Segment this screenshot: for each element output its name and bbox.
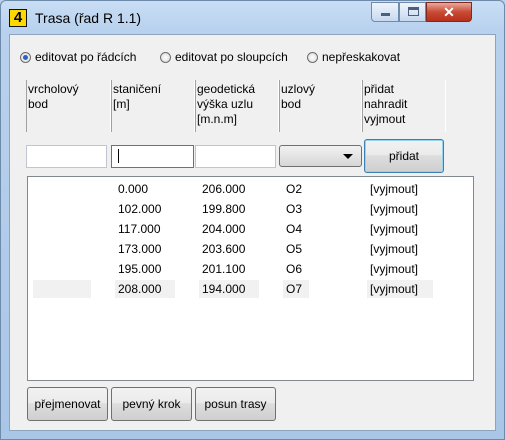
cell-uzel: O2 [286,182,303,196]
table-row[interactable]: 173.000 203.600 O5 [vyjmout] [28,240,473,258]
maximize-button[interactable] [399,2,426,22]
route-table: 0.000 206.000 O2 [vyjmout] 102.000 199.8… [27,176,474,381]
remove-link[interactable]: [vyjmout] [367,280,433,298]
remove-link[interactable]: [vyjmout] [367,240,433,258]
text-caret [118,149,119,163]
radio-unselected-icon [307,51,318,63]
fixed-step-button[interactable]: pevný krok [111,387,192,421]
vyska-input[interactable] [195,145,276,168]
cell-bod [33,280,91,298]
radio-no-skip[interactable]: nepřeskakovat [307,49,400,65]
cell-uzel: O6 [286,262,303,276]
client-area: editovat po řádcích editovat po sloupcíc… [9,34,496,431]
table-row[interactable]: 0.000 206.000 O2 [vyjmout] [28,180,473,198]
cell-bod [33,180,91,198]
shift-route-button[interactable]: posun trasy [195,387,276,421]
remove-link[interactable]: [vyjmout] [367,200,433,218]
table-row[interactable]: 117.000 204.000 O4 [vyjmout] [28,220,473,238]
uzlovy-bod-dropdown[interactable] [279,145,362,167]
add-button[interactable]: přidat [364,139,444,173]
table-row-selected[interactable]: 208.000 194.000 O7 [vyjmout] [28,280,473,298]
radio-label: editovat po sloupcích [175,50,288,64]
cell-staniceni: 208.000 [115,280,175,298]
table-row[interactable]: 102.000 199.800 O3 [vyjmout] [28,200,473,218]
cell-bod [33,200,91,218]
cell-staniceni: 173.000 [118,242,162,256]
radio-label: nepřeskakovat [322,50,401,64]
minimize-button[interactable] [371,2,399,22]
close-button[interactable]: ✕ [426,2,472,22]
window-title: Trasa (řad R 1.1) [35,10,142,26]
cell-bod [33,260,91,278]
cell-uzel: O4 [286,222,303,236]
chevron-down-icon [343,154,353,159]
maximize-icon [408,7,419,16]
minimize-icon [381,13,390,16]
cell-vyska: 194.000 [199,280,259,298]
staniceni-input[interactable] [111,145,194,168]
cell-uzel: O5 [286,242,303,256]
remove-link[interactable]: [vyjmout] [367,180,433,198]
vrcholovy-bod-input[interactable] [26,145,107,168]
column-header-akce: přidat nahradit vyjmout [362,80,446,132]
cell-staniceni: 0.000 [118,182,149,196]
cell-uzel: O3 [286,202,303,216]
remove-link[interactable]: [vyjmout] [367,260,433,278]
cell-vyska: 206.000 [202,182,246,196]
column-header-vyska: geodetická výška uzlu [m.n.m] [195,80,279,132]
table-row[interactable]: 195.000 201.100 O6 [vyjmout] [28,260,473,278]
close-icon: ✕ [443,4,455,20]
remove-link[interactable]: [vyjmout] [367,220,433,238]
cell-vyska: 199.800 [202,202,246,216]
cell-staniceni: 102.000 [118,202,162,216]
dialog-window: 4 Trasa (řad R 1.1) ✕ editovat po řádcíc… [0,0,505,440]
title-bar[interactable]: 4 Trasa (řad R 1.1) ✕ [1,1,504,33]
app-icon: 4 [9,9,27,27]
cell-staniceni: 117.000 [118,222,161,236]
column-header-uzlovy-bod: uzlový bod [279,80,362,132]
radio-edit-columns[interactable]: editovat po sloupcích [160,49,288,65]
column-header-vrcholovy-bod: vrcholový bod [26,80,111,132]
radio-selected-icon [20,51,31,63]
radio-unselected-icon [160,51,171,63]
cell-vyska: 203.600 [202,242,246,256]
cell-vyska: 204.000 [202,222,246,236]
cell-vyska: 201.100 [202,262,246,276]
cell-uzel: O7 [283,280,309,298]
rename-button[interactable]: přejmenovat [27,387,108,421]
radio-label: editovat po řádcích [35,50,137,64]
cell-bod [33,240,91,258]
column-header-staniceni: staničení [m] [111,80,195,132]
cell-staniceni: 195.000 [118,262,162,276]
cell-bod [33,220,91,238]
radio-edit-rows[interactable]: editovat po řádcích [20,49,136,65]
